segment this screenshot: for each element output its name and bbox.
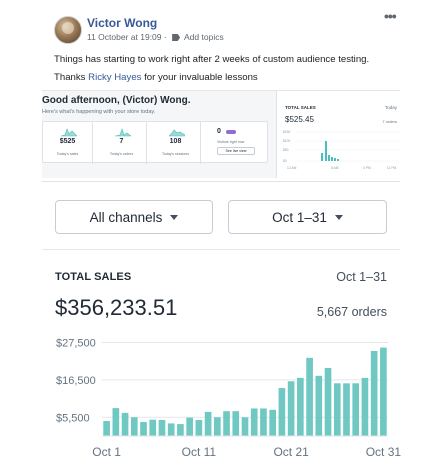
post-header: Victor Wong 11 October at 19:09 · Add to… [54, 14, 394, 50]
sales-bar[interactable] [361, 377, 369, 436]
dashboard-stats-card: $525 Today's sales 7 Today's orders 108 … [42, 121, 269, 164]
sales-bar[interactable] [352, 383, 360, 436]
sales-bar[interactable] [315, 375, 323, 436]
stat-value: 7 [119, 138, 124, 145]
sales-bar[interactable] [324, 368, 332, 436]
sparkline-icon [115, 128, 131, 137]
sparkline-icon [61, 128, 77, 137]
stat-value: 108 [169, 138, 182, 145]
mini-sales-card: TOTAL SALES Today $525.45 7 orders $150 … [276, 91, 400, 178]
sales-bar[interactable] [186, 417, 193, 436]
mini-y-tick: $50 [283, 148, 289, 152]
thanks-rest-text: for your invaluable lessons [141, 72, 258, 83]
mini-y-tick: $0 [283, 159, 287, 163]
sales-bar[interactable] [103, 421, 110, 436]
sales-bar[interactable] [380, 347, 387, 436]
stat-today-sales: $525 Today's sales [43, 122, 93, 164]
x-tick-label: Oct 21 [273, 445, 309, 459]
x-tick-label: Oct 11 [182, 445, 217, 459]
sales-bar[interactable] [158, 420, 166, 436]
sales-bar[interactable] [250, 408, 258, 436]
sales-bar[interactable] [241, 417, 249, 436]
add-topics-link[interactable]: Add topics [184, 32, 224, 42]
dashboard-greeting: Good afternoon, (Victor) Wong. [42, 95, 191, 106]
caret-down-icon [334, 214, 343, 220]
date-range-dropdown-label: Oct 1–31 [272, 209, 327, 225]
sales-bar[interactable] [177, 424, 184, 436]
date-range-dropdown[interactable]: Oct 1–31 [228, 200, 387, 234]
sales-bar[interactable] [195, 420, 203, 436]
meta-separator: · [163, 32, 167, 42]
sales-bar[interactable] [287, 381, 295, 436]
more-dots-icon[interactable]: ••• [384, 8, 397, 24]
sales-bar[interactable] [232, 411, 240, 436]
y-tick-label: $5,500 [56, 412, 90, 424]
sales-bar[interactable] [149, 419, 157, 436]
total-sales-amount: $356,233.51 [55, 295, 178, 320]
stat-visitors: 0 Visitors right now See live view [209, 122, 269, 164]
sales-bar[interactable] [112, 408, 120, 436]
sales-bar[interactable] [140, 422, 147, 436]
total-sales-orders: 5,667 orders [316, 305, 387, 319]
mini-sales-chart: $150 $100 $50 $0 12 AM 8 AM 4 PM 11 PM [283, 130, 400, 170]
post-meta: 11 October at 19:09 · Add topics [87, 32, 224, 42]
post-text-thanks: Thanks Ricky Hayes for your invaluable l… [54, 72, 404, 83]
sales-bar[interactable] [130, 417, 138, 436]
sales-bar[interactable] [278, 388, 286, 436]
total-sales-title: TOTAL SALES [55, 271, 132, 283]
live-view-button[interactable]: See live view [217, 147, 255, 155]
sales-bar[interactable] [297, 377, 304, 436]
embedded-dashboard-screenshot[interactable]: Good afternoon, (Victor) Wong. Here's wh… [42, 90, 400, 178]
total-sales-range: Oct 1–31 [336, 270, 387, 284]
visitors-label: Visitors right now [217, 140, 245, 144]
dashboard-subtitle: Here's what's happening with your store … [42, 109, 156, 115]
total-sales-bar-chart: $27,500 $16,500 $5,500 Oct 1 Oct 11 Oct 21 Oct… [56, 338, 402, 460]
y-tick-label: $27,500 [56, 338, 96, 350]
sales-bar[interactable] [306, 357, 313, 436]
sales-bar[interactable] [343, 383, 350, 436]
thanks-text: Thanks [54, 72, 89, 83]
post-text-line: Things has starting to work right after … [54, 54, 370, 65]
sales-bar[interactable] [269, 409, 276, 436]
sales-bar[interactable] [214, 417, 221, 436]
mini-y-tick: $100 [283, 139, 291, 143]
stat-label: Today's sales [56, 152, 79, 156]
mini-y-tick: $150 [283, 130, 291, 134]
stat-label: Today's sessions [161, 152, 190, 156]
sparkline-icon [169, 129, 185, 137]
stat-today-orders: 7 Today's orders [97, 122, 147, 164]
sales-bar[interactable] [333, 383, 341, 436]
mini-x-tick: 8 AM [331, 166, 339, 170]
post-author-link[interactable]: Victor Wong [87, 16, 157, 30]
sales-bar[interactable] [223, 411, 230, 436]
caret-down-icon [170, 214, 179, 220]
x-tick-label: Oct 31 [366, 445, 402, 459]
channels-dropdown-label: All channels [89, 209, 163, 225]
sales-bar[interactable] [370, 351, 378, 436]
mini-x-tick: 4 PM [363, 166, 371, 170]
stat-label: Today's orders [109, 152, 134, 156]
mini-x-tick: 11 PM [387, 166, 397, 170]
channels-dropdown[interactable]: All channels [55, 200, 213, 234]
embed-divider [42, 181, 400, 182]
x-tick-label: Oct 1 [92, 445, 121, 459]
sales-bar[interactable] [121, 412, 129, 436]
visitors-value: 0 [217, 128, 221, 135]
tag-icon [172, 34, 181, 41]
stat-value: $525 [59, 138, 76, 145]
sales-bar[interactable] [204, 411, 212, 436]
sales-bar[interactable] [260, 408, 267, 436]
post-timestamp[interactable]: 11 October at 19:09 [87, 32, 162, 42]
mini-x-tick: 12 AM [287, 166, 297, 170]
mention-link[interactable]: Ricky Hayes [88, 72, 141, 83]
live-badge [226, 130, 236, 134]
stat-today-sessions: 108 Today's sessions [151, 122, 201, 164]
section-divider [42, 249, 400, 250]
y-tick-label: $16,500 [56, 375, 96, 387]
author-avatar[interactable] [54, 16, 82, 44]
sales-bar[interactable] [167, 423, 175, 436]
